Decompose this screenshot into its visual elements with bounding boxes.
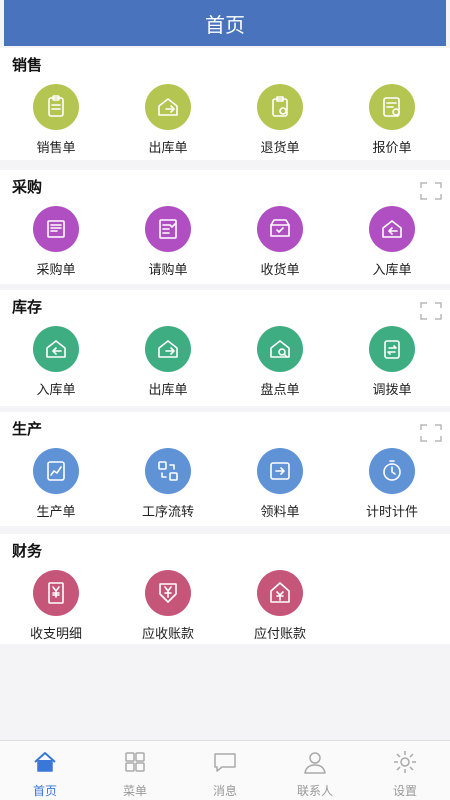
tab-settings[interactable]: 设置 bbox=[360, 741, 450, 800]
menu-item-house-out[interactable]: 出库单 bbox=[112, 322, 224, 408]
tab-home[interactable]: 首页 bbox=[0, 741, 90, 800]
section-title: 库存 bbox=[12, 298, 43, 316]
tab-label: 消息 bbox=[212, 784, 237, 798]
section-title: 财务 bbox=[12, 542, 43, 560]
menu-item-label: 采购单 bbox=[36, 263, 76, 278]
tab-grid-menu[interactable]: 菜单 bbox=[90, 741, 180, 800]
grid-menu-icon bbox=[122, 749, 148, 779]
section-2: 库存入库单 出库单 盘点单 调拨单 bbox=[0, 290, 450, 406]
menu-item-label: 报价单 bbox=[372, 141, 412, 156]
menu-item-label: 出库单 bbox=[148, 141, 188, 156]
menu-item-material-out[interactable]: 领料单 bbox=[224, 444, 336, 530]
menu-item-request-list[interactable]: 请购单 bbox=[112, 202, 224, 288]
page-title: 首页 bbox=[205, 12, 245, 37]
request-list-icon bbox=[145, 206, 191, 252]
house-out-icon bbox=[145, 326, 191, 372]
section-grid: 销售单 出库单 退货单 报价单 bbox=[0, 80, 450, 166]
tab-label: 菜单 bbox=[122, 784, 147, 798]
section-grid: 采购单 请购单 收货单 入库单 bbox=[0, 202, 450, 288]
menu-item-chart-doc[interactable]: 生产单 bbox=[0, 444, 112, 530]
section-4: 财务收支明细 应收账款 应付账款 bbox=[0, 534, 450, 644]
menu-item-house-in[interactable]: 入库单 bbox=[0, 322, 112, 408]
menu-item-label: 退货单 bbox=[260, 141, 300, 156]
bottom-tab-bar: 首页 菜单 消息 联系人 设置 bbox=[0, 740, 450, 800]
tab-label: 联系人 bbox=[296, 784, 333, 798]
inventory-search-icon bbox=[257, 326, 303, 372]
chart-doc-icon bbox=[33, 448, 79, 494]
menu-item-label: 调拨单 bbox=[372, 383, 412, 398]
menu-item-label: 入库单 bbox=[36, 383, 76, 398]
tab-label: 设置 bbox=[392, 784, 417, 798]
menu-item-label: 入库单 bbox=[372, 263, 412, 278]
collapse-icon[interactable] bbox=[420, 182, 442, 200]
house-out-icon bbox=[145, 84, 191, 130]
section-3: 生产生产单 工序流转 领料单 计时计件 bbox=[0, 412, 450, 526]
menu-item-label: 请购单 bbox=[148, 263, 188, 278]
home-icon bbox=[32, 749, 58, 779]
menu-item-inventory-search[interactable]: 盘点单 bbox=[224, 322, 336, 408]
menu-item-label: 生产单 bbox=[36, 505, 76, 520]
menu-item-label: 应付账款 bbox=[253, 627, 306, 642]
section-grid: 收支明细 应收账款 应付账款 bbox=[0, 566, 450, 652]
inbox-check-icon bbox=[257, 206, 303, 252]
menu-item-label: 工序流转 bbox=[141, 505, 194, 520]
menu-item-label: 计时计件 bbox=[365, 505, 418, 520]
collapse-icon[interactable] bbox=[420, 302, 442, 320]
page-header: 首页 bbox=[4, 0, 446, 46]
house-in-icon bbox=[33, 326, 79, 372]
transfer-icon bbox=[369, 326, 415, 372]
message-icon bbox=[212, 749, 238, 779]
house-in-icon bbox=[369, 206, 415, 252]
menu-item-timer[interactable]: 计时计件 bbox=[336, 444, 448, 530]
contact-icon bbox=[302, 749, 328, 779]
clipboard-list-icon bbox=[33, 84, 79, 130]
quote-icon bbox=[369, 84, 415, 130]
menu-item-inbox-check[interactable]: 收货单 bbox=[224, 202, 336, 288]
tab-message[interactable]: 消息 bbox=[180, 741, 270, 800]
menu-item-label: 盘点单 bbox=[260, 383, 300, 398]
yen-receive-icon bbox=[145, 570, 191, 616]
tab-contact[interactable]: 联系人 bbox=[270, 741, 360, 800]
menu-item-house-in[interactable]: 入库单 bbox=[336, 202, 448, 288]
section-grid: 生产单 工序流转 领料单 计时计件 bbox=[0, 444, 450, 530]
material-out-icon bbox=[257, 448, 303, 494]
settings-icon bbox=[392, 749, 418, 779]
yen-pay-icon bbox=[257, 570, 303, 616]
yen-doc-icon bbox=[33, 570, 79, 616]
tab-label: 首页 bbox=[32, 784, 57, 798]
menu-item-label: 领料单 bbox=[260, 505, 300, 520]
menu-item-label: 销售单 bbox=[36, 141, 76, 156]
menu-item-label: 出库单 bbox=[148, 383, 188, 398]
section-title: 采购 bbox=[12, 178, 43, 196]
menu-item-process-flow[interactable]: 工序流转 bbox=[112, 444, 224, 530]
menu-item-label: 应收账款 bbox=[141, 627, 194, 642]
section-0: 销售销售单 出库单 退货单 报价单 bbox=[0, 48, 450, 160]
menu-item-yen-pay[interactable]: 应付账款 bbox=[224, 566, 336, 652]
menu-item-label: 收支明细 bbox=[29, 627, 82, 642]
process-flow-icon bbox=[145, 448, 191, 494]
section-grid: 入库单 出库单 盘点单 调拨单 bbox=[0, 322, 450, 408]
menu-item-house-out[interactable]: 出库单 bbox=[112, 80, 224, 166]
timer-icon bbox=[369, 448, 415, 494]
section-1: 采购采购单 请购单 收货单 入库单 bbox=[0, 170, 450, 284]
menu-item-return-goods[interactable]: 退货单 bbox=[224, 80, 336, 166]
collapse-icon[interactable] bbox=[420, 424, 442, 442]
menu-item-clipboard-list[interactable]: 销售单 bbox=[0, 80, 112, 166]
purchase-doc-icon bbox=[33, 206, 79, 252]
menu-item-purchase-doc[interactable]: 采购单 bbox=[0, 202, 112, 288]
menu-item-label: 收货单 bbox=[260, 263, 300, 278]
section-title: 生产 bbox=[12, 420, 43, 438]
return-goods-icon bbox=[257, 84, 303, 130]
section-title: 销售 bbox=[12, 56, 43, 74]
menu-item-yen-receive[interactable]: 应收账款 bbox=[112, 566, 224, 652]
menu-item-yen-doc[interactable]: 收支明细 bbox=[0, 566, 112, 652]
menu-item-quote[interactable]: 报价单 bbox=[336, 80, 448, 166]
menu-item-transfer[interactable]: 调拨单 bbox=[336, 322, 448, 408]
